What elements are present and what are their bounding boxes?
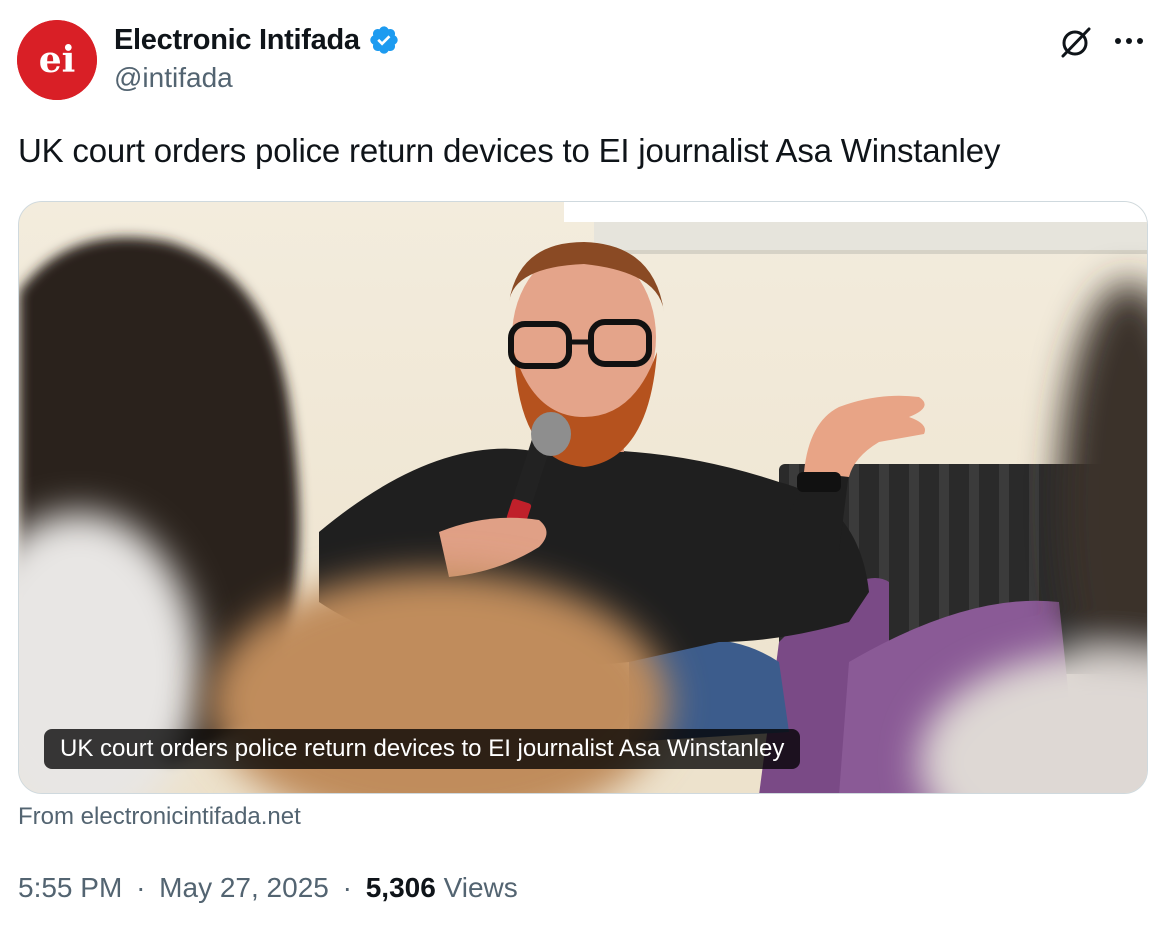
avatar-logo-text: ei [39, 39, 76, 81]
tweet-time[interactable]: 5:55 PM [18, 872, 122, 903]
link-card-image [19, 202, 1147, 793]
verified-badge-icon[interactable] [368, 24, 400, 56]
author-handle[interactable]: @intifada [114, 62, 233, 94]
meta-separator: · [136, 872, 146, 903]
tweet-date[interactable]: May 27, 2025 [159, 872, 329, 903]
author-name-row: Electronic Intifada [114, 22, 400, 58]
views-label: Views [443, 872, 518, 903]
more-horizontal-icon[interactable] [1112, 28, 1146, 54]
tweet-meta: 5:55 PM · May 27, 2025 · 5,306 Views [18, 872, 518, 904]
avatar[interactable]: ei [17, 20, 97, 100]
link-card-source[interactable]: From electronicintifada.net [18, 803, 301, 831]
meta-separator: · [342, 872, 352, 903]
grok-icon[interactable] [1058, 24, 1094, 60]
views-count[interactable]: 5,306 [366, 872, 436, 903]
link-card[interactable]: UK court orders police return devices to… [18, 201, 1148, 794]
author-display-name[interactable]: Electronic Intifada [114, 24, 360, 57]
ei-logo: ei [17, 20, 97, 100]
link-card-caption: UK court orders police return devices to… [44, 729, 801, 769]
tweet-text: UK court orders police return devices to… [18, 132, 1001, 169]
